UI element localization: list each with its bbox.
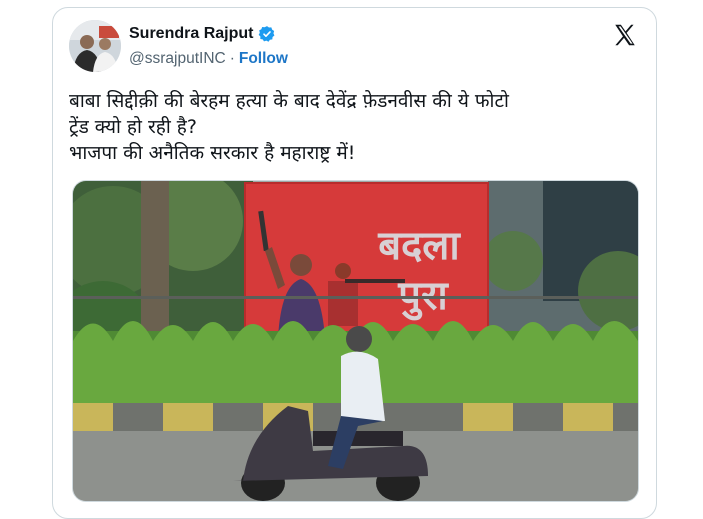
verified-badge-icon: [259, 26, 275, 42]
author-name[interactable]: Surendra Rajput: [129, 25, 253, 43]
x-logo-icon[interactable]: [612, 22, 638, 48]
separator-dot: ·: [229, 50, 235, 67]
author-handle[interactable]: @ssrajputINC: [129, 50, 226, 68]
tweet-line: बाबा सिद्दीक़ी की बेरहम हत्या के बाद देव…: [69, 90, 509, 112]
avatar-image: [69, 20, 121, 72]
billboard-text: बदला: [377, 223, 461, 269]
tweet-line: ट्रेंड क्यो हो रही है?: [69, 116, 197, 138]
author-avatar[interactable]: [69, 20, 121, 72]
tweet-line: भाजपा की अनैतिक सरकार है महाराष्ट्र में!: [69, 142, 356, 164]
photo-scene: बदला पुरा: [73, 181, 638, 501]
tweet-text: बाबा सिद्दीक़ी की बेरहम हत्या के बाद देव…: [69, 88, 644, 166]
follow-button[interactable]: Follow: [239, 50, 288, 68]
tweet-photo[interactable]: बदला पुरा: [72, 180, 639, 502]
tweet-card: Surendra Rajput @ssrajputINC · Follow बा…: [52, 7, 657, 519]
